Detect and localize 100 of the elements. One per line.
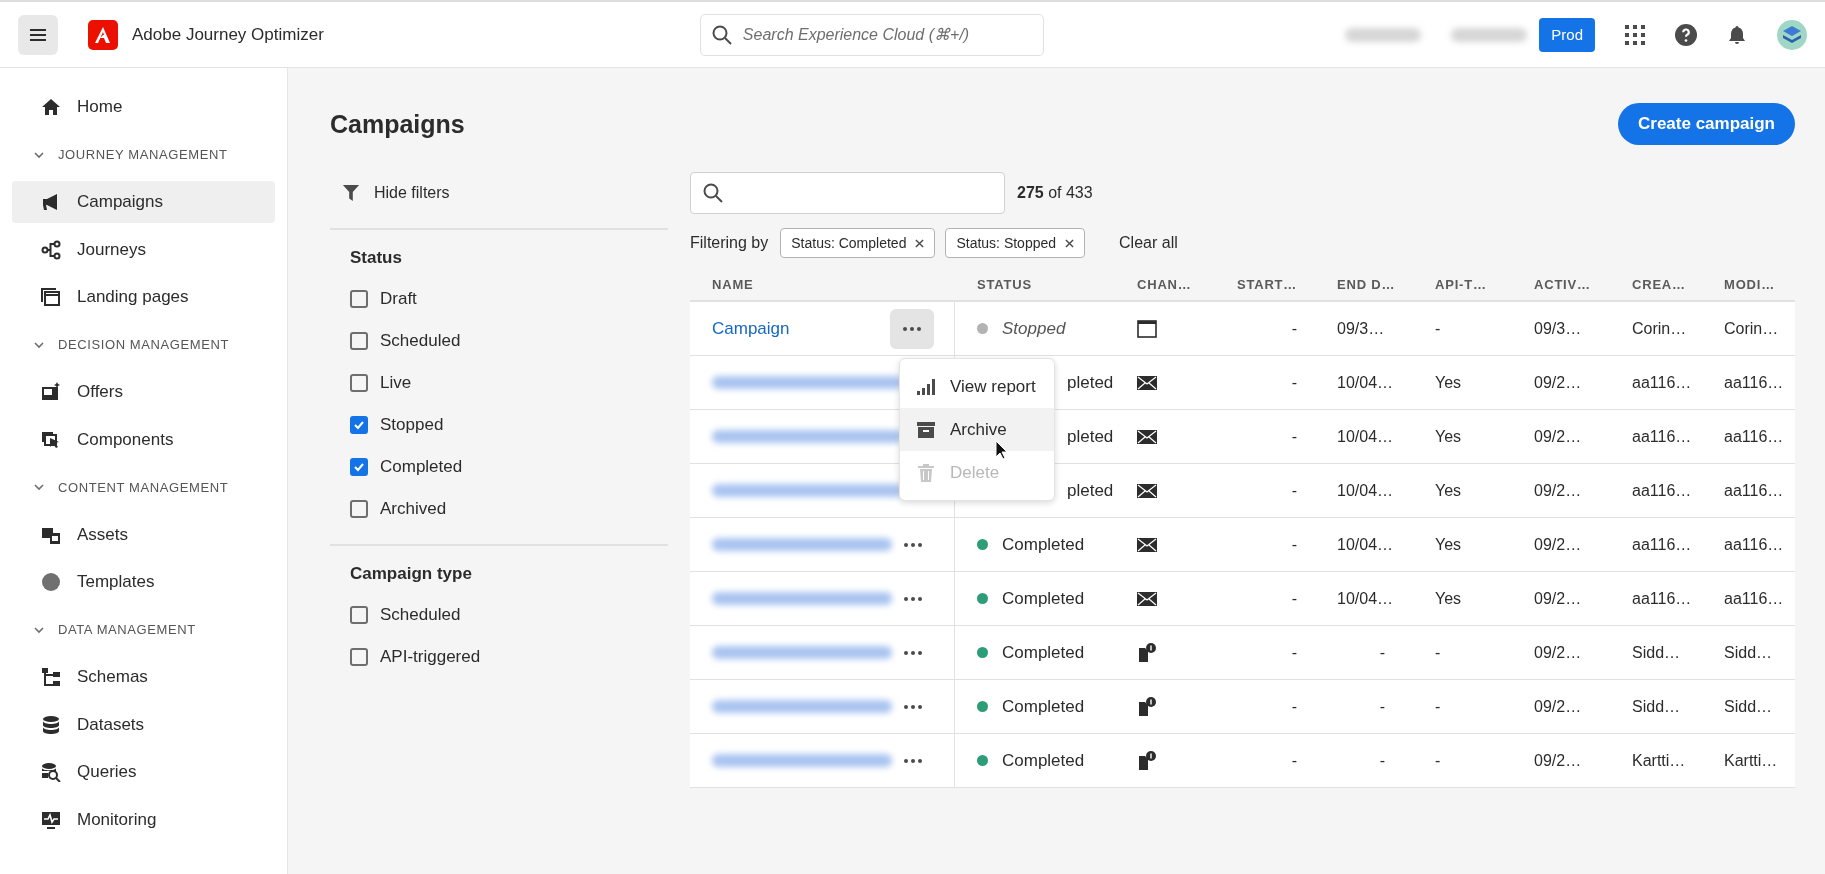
table-cell-text: 09/2… bbox=[1534, 481, 1582, 500]
campaign-link[interactable]: Campaign bbox=[712, 318, 790, 339]
table-cell-text: 09/2… bbox=[1534, 535, 1582, 554]
checkbox[interactable] bbox=[350, 416, 368, 434]
table-cell-text: Sidd… bbox=[1724, 697, 1773, 716]
push-notification-icon bbox=[1137, 750, 1157, 771]
table-cell-text: 09/2… bbox=[1534, 751, 1582, 770]
checkbox[interactable] bbox=[350, 606, 368, 624]
table-cell-text: 09/2… bbox=[1534, 427, 1582, 446]
checkbox[interactable] bbox=[350, 374, 368, 392]
archive-box-icon bbox=[916, 419, 936, 440]
sidebar-item[interactable]: Queries bbox=[12, 751, 275, 793]
table-cell-text: aa116… bbox=[1632, 535, 1692, 554]
chevron-down-icon[interactable] bbox=[34, 149, 44, 160]
app-title[interactable]: Adobe Journey Optimizer bbox=[132, 24, 324, 45]
browser-window-icon bbox=[1137, 318, 1157, 339]
checkbox[interactable] bbox=[350, 458, 368, 476]
table-cell-text: - bbox=[1379, 751, 1385, 770]
apps-grid-icon[interactable] bbox=[1625, 24, 1645, 45]
ellipsis-icon bbox=[903, 650, 922, 655]
sidebar-item[interactable]: Journeys bbox=[12, 228, 275, 271]
bar-chart-icon bbox=[916, 376, 936, 397]
table-cell-text: Sidd… bbox=[1632, 643, 1681, 662]
search-icon bbox=[711, 24, 732, 45]
sidebar-item[interactable]: Templates bbox=[12, 561, 275, 603]
table-cell-text: - bbox=[1291, 427, 1297, 446]
help-icon[interactable] bbox=[1675, 23, 1697, 46]
column-header[interactable]: CREA… bbox=[1610, 268, 1710, 300]
table-cell-text: Sidd… bbox=[1724, 643, 1773, 662]
table-cell-text: 09/2… bbox=[1534, 697, 1582, 716]
filter-group-title: Campaign type bbox=[350, 564, 473, 584]
column-header[interactable]: END D… bbox=[1315, 268, 1413, 300]
close-icon[interactable] bbox=[1065, 238, 1075, 248]
table-cell-text: Corin… bbox=[1724, 319, 1779, 338]
result-count: 275 of 433 bbox=[1017, 184, 1093, 202]
sidebar-item[interactable]: Home bbox=[12, 86, 275, 128]
chevron-down-icon[interactable] bbox=[34, 482, 44, 492]
table-cell-text: aa116… bbox=[1632, 373, 1692, 392]
menu-item[interactable]: View report bbox=[900, 365, 1054, 408]
table-cell-text: Yes bbox=[1435, 427, 1462, 446]
column-header[interactable]: CHAN… bbox=[1115, 268, 1215, 300]
sidebar-item[interactable]: Campaigns bbox=[12, 181, 275, 223]
checkbox-label[interactable]: Live bbox=[380, 373, 412, 393]
clear-all-link[interactable]: Clear all bbox=[1119, 234, 1178, 252]
checkbox-label[interactable]: Completed bbox=[380, 457, 463, 477]
table-cell-text: - bbox=[1379, 697, 1385, 716]
table-cell-text: 09/2… bbox=[1534, 373, 1582, 392]
trash-icon bbox=[916, 462, 936, 483]
checkbox-label[interactable]: Stopped bbox=[380, 415, 444, 435]
sidebar-item[interactable]: Landing pages bbox=[12, 276, 275, 318]
checkmark-icon bbox=[353, 419, 365, 431]
checkbox-label[interactable]: API-triggered bbox=[380, 647, 481, 667]
sidebar-item[interactable]: Assets bbox=[12, 513, 275, 556]
checkbox[interactable] bbox=[350, 290, 368, 308]
checkbox[interactable] bbox=[350, 500, 368, 518]
column-header[interactable]: MODI… bbox=[1710, 268, 1795, 300]
filter-group-title: Status bbox=[350, 248, 403, 268]
push-notification-icon bbox=[1137, 696, 1157, 717]
column-header[interactable]: ACTIV… bbox=[1512, 268, 1610, 300]
sidebar-item[interactable]: Monitoring bbox=[12, 798, 275, 841]
search-field[interactable] bbox=[690, 172, 1005, 214]
menu-button[interactable] bbox=[18, 14, 58, 55]
column-header[interactable]: STATUS bbox=[955, 268, 1115, 300]
environment-button[interactable]: Prod bbox=[1539, 17, 1595, 52]
app-logo[interactable] bbox=[88, 19, 118, 50]
table-cell-text: Kartti… bbox=[1724, 751, 1778, 770]
column-header[interactable]: START… bbox=[1215, 268, 1315, 300]
sidebar-item[interactable]: Datasets bbox=[12, 703, 275, 746]
sidebar-item[interactable]: Offers bbox=[12, 371, 275, 413]
chevron-down-icon[interactable] bbox=[34, 339, 44, 350]
checkbox-label[interactable]: Scheduled bbox=[380, 605, 461, 625]
status-text: pleted bbox=[1067, 426, 1114, 447]
checkbox-label[interactable]: Archived bbox=[380, 499, 447, 519]
column-header[interactable]: API-T… bbox=[1413, 268, 1512, 300]
table-cell-text: - bbox=[1435, 319, 1441, 338]
create-campaign-button[interactable]: Create campaign bbox=[1618, 103, 1795, 145]
checkbox-label[interactable]: Draft bbox=[380, 289, 417, 309]
page-title: Campaigns bbox=[330, 109, 465, 139]
table-cell-text: - bbox=[1435, 751, 1441, 770]
table-cell-text: - bbox=[1435, 697, 1441, 716]
avatar[interactable] bbox=[1777, 19, 1807, 50]
table-cell-text: aa116… bbox=[1632, 427, 1692, 446]
table-cell-text: - bbox=[1291, 535, 1297, 554]
filtering-label: Filtering by bbox=[690, 234, 769, 252]
sidebar-item[interactable]: Schemas bbox=[12, 656, 275, 698]
chevron-down-icon[interactable] bbox=[34, 624, 44, 635]
status-text: Completed bbox=[1002, 534, 1085, 555]
checkbox[interactable] bbox=[350, 648, 368, 666]
search-icon bbox=[703, 183, 723, 203]
column-header[interactable]: NAME bbox=[690, 268, 955, 300]
table-cell-text: - bbox=[1291, 481, 1297, 500]
checkbox[interactable] bbox=[350, 332, 368, 350]
hide-filters-button[interactable]: Hide filters bbox=[330, 172, 462, 214]
sidebar-item[interactable]: Components bbox=[12, 418, 275, 461]
search-field[interactable]: Search Experience Cloud (⌘+/) bbox=[699, 13, 1044, 56]
menu-item[interactable]: Archive bbox=[900, 408, 1054, 451]
bell-icon[interactable] bbox=[1727, 24, 1747, 45]
checkbox-label[interactable]: Scheduled bbox=[380, 331, 461, 351]
table-cell-text: 09/2… bbox=[1534, 589, 1582, 608]
close-icon[interactable] bbox=[915, 238, 925, 248]
